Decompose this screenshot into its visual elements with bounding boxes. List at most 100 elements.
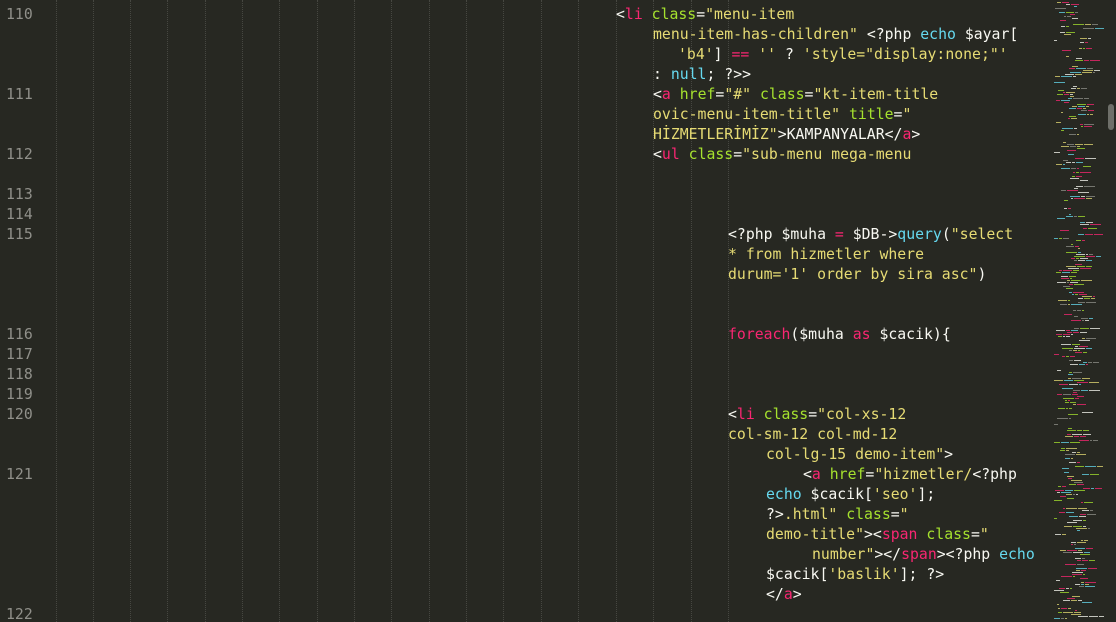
- code-line[interactable]: : null; ?>>: [0, 65, 1050, 85]
- minimap-line: [1082, 320, 1084, 321]
- code-line[interactable]: [0, 165, 1050, 185]
- minimap-line: [1085, 466, 1096, 467]
- minimap-line: [1073, 310, 1076, 311]
- code-line[interactable]: $cacik['baslik']; ?>: [0, 565, 1050, 585]
- code-line[interactable]: HİZMETLERİMİZ">KAMPANYALAR</a>: [0, 125, 1050, 145]
- minimap-line: [1084, 124, 1094, 125]
- minimap-line: [1083, 228, 1087, 229]
- minimap-line: [1064, 208, 1067, 209]
- code-token: ]; ?>: [899, 566, 945, 583]
- minimap-line: [1069, 116, 1076, 117]
- code-line[interactable]: * from hizmetler where: [0, 245, 1050, 265]
- scrollbar-thumb[interactable]: [1108, 104, 1114, 130]
- minimap-line: [1074, 328, 1079, 329]
- vertical-scrollbar[interactable]: [1106, 0, 1116, 622]
- code-line[interactable]: ?>.html" class=": [0, 505, 1050, 525]
- code-line[interactable]: 119: [0, 385, 1050, 405]
- code-line[interactable]: 116 foreach($muha as $cacik){: [0, 325, 1050, 345]
- minimap-line: [1079, 516, 1086, 517]
- minimap-line: [1080, 514, 1086, 515]
- minimap-line: [1062, 468, 1069, 469]
- code-line[interactable]: 111 <a href="#" class="kt-item-title: [0, 85, 1050, 105]
- code-line[interactable]: durum='1' order by sira asc"): [0, 265, 1050, 285]
- code-line[interactable]: 122: [0, 605, 1050, 622]
- minimap-line: [1063, 336, 1065, 337]
- minimap-line: [1066, 330, 1070, 331]
- code-line[interactable]: </a>: [0, 585, 1050, 605]
- minimap-line: [1076, 172, 1079, 173]
- minimap-line: [1078, 600, 1082, 601]
- minimap-line: [1073, 24, 1084, 25]
- minimap-line: [1072, 294, 1074, 295]
- code-line[interactable]: col-sm-12 col-md-12: [0, 425, 1050, 445]
- code-line[interactable]: 113: [0, 185, 1050, 205]
- code-line[interactable]: ovic-menu-item-title" title=": [0, 105, 1050, 125]
- minimap-line: [1084, 298, 1090, 299]
- code-text: foreach($muha as $cacik){: [728, 325, 951, 345]
- minimap-line: [1093, 296, 1095, 297]
- minimap-line: [1087, 68, 1093, 69]
- minimap-line: [1090, 328, 1100, 329]
- minimap-line: [1077, 462, 1080, 463]
- minimap[interactable]: [1050, 0, 1106, 622]
- minimap-line: [1066, 450, 1069, 451]
- line-number: 115: [6, 226, 33, 243]
- minimap-line: [1066, 216, 1073, 217]
- code-line[interactable]: 114: [0, 205, 1050, 225]
- code-token: ><?php: [936, 546, 1000, 563]
- minimap-line: [1060, 20, 1066, 21]
- minimap-line: [1054, 500, 1062, 501]
- code-line[interactable]: 115 <?php $muha = $DB->query("select: [0, 225, 1050, 245]
- minimap-line: [1080, 222, 1085, 223]
- code-line[interactable]: demo-title"><span class=": [0, 525, 1050, 545]
- minimap-line: [1077, 382, 1088, 383]
- code-line[interactable]: echo $cacik['seo'];: [0, 485, 1050, 505]
- minimap-line: [1068, 428, 1072, 429]
- code-line[interactable]: 121 <a href="hizmetler/<?php: [0, 465, 1050, 485]
- minimap-line: [1076, 240, 1081, 241]
- code-line[interactable]: [0, 305, 1050, 325]
- minimap-line: [1076, 258, 1079, 259]
- code-token: class: [688, 146, 734, 163]
- minimap-line: [1068, 304, 1070, 305]
- minimap-line: [1067, 280, 1070, 281]
- minimap-line: [1060, 592, 1069, 593]
- minimap-line: [1062, 2, 1069, 3]
- minimap-line: [1093, 362, 1099, 363]
- minimap-line: [1083, 166, 1091, 167]
- minimap-line: [1080, 224, 1089, 225]
- code-line[interactable]: menu-item-has-children" <?php echo $ayar…: [0, 25, 1050, 45]
- minimap-line: [1057, 218, 1065, 219]
- code-editor[interactable]: 109110<li class="menu-itemmenu-item-has-…: [0, 0, 1050, 622]
- minimap-line: [1061, 576, 1072, 577]
- code-line[interactable]: 'b4'] == '' ? 'style="display:none;"': [0, 45, 1050, 65]
- minimap-line: [1068, 608, 1071, 609]
- minimap-line: [1071, 320, 1081, 321]
- code-line[interactable]: 118: [0, 365, 1050, 385]
- minimap-line: [1069, 350, 1072, 351]
- minimap-line: [1063, 164, 1065, 165]
- minimap-line: [1073, 86, 1077, 87]
- code-line[interactable]: 117: [0, 345, 1050, 365]
- minimap-line: [1078, 106, 1085, 107]
- minimap-line: [1074, 348, 1085, 349]
- minimap-line: [1097, 466, 1103, 467]
- code-line[interactable]: col-lg-15 demo-item">: [0, 445, 1050, 465]
- code-token: =: [890, 506, 900, 523]
- code-line[interactable]: number"></span><?php echo: [0, 545, 1050, 565]
- minimap-line: [1054, 40, 1057, 41]
- code-line[interactable]: 120 <li class="col-xs-12: [0, 405, 1050, 425]
- code-line[interactable]: [0, 285, 1050, 305]
- code-line[interactable]: 112 <ul class="sub-menu mega-menu: [0, 145, 1050, 165]
- minimap-line: [1065, 454, 1075, 455]
- minimap-line: [1068, 300, 1070, 301]
- minimap-line: [1071, 272, 1077, 273]
- code-line[interactable]: 110 <li class="menu-item: [0, 5, 1050, 25]
- minimap-line: [1082, 296, 1092, 297]
- code-token: ": [902, 106, 912, 123]
- minimap-line: [1095, 488, 1102, 489]
- minimap-line: [1084, 186, 1095, 187]
